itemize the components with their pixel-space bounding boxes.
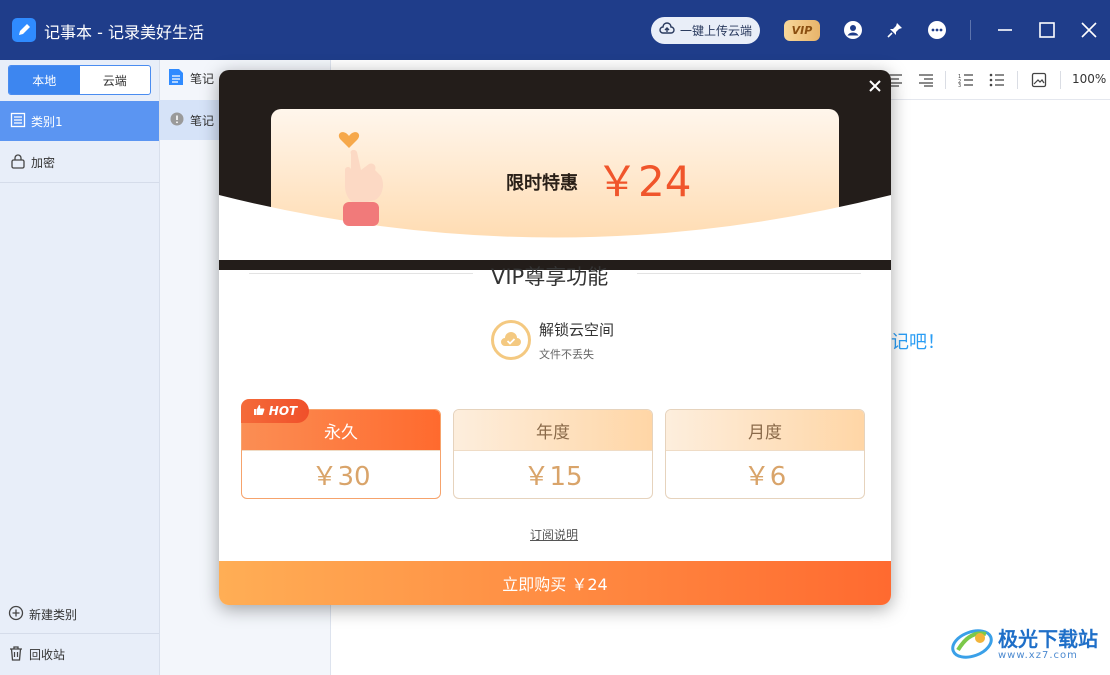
info-icon xyxy=(170,112,184,129)
vip-purchase-dialog: 限时特惠 ￥24 VIP尊享功能 解锁云空间 文件不丢失 永久 ￥30 年度 ￥… xyxy=(219,70,891,605)
note-list-header[interactable]: 笔记 xyxy=(168,68,214,89)
close-window-icon[interactable] xyxy=(1077,18,1101,42)
new-category-button[interactable]: 新建类别 xyxy=(0,594,159,634)
watermark: 极光下载站 www.xz7.com xyxy=(950,620,1098,668)
pin-icon[interactable] xyxy=(883,18,907,42)
section-divider-left xyxy=(249,273,473,274)
recycle-bin-label: 回收站 xyxy=(29,647,66,662)
plan-name: 年度 xyxy=(454,410,652,450)
minimize-icon[interactable] xyxy=(993,18,1017,42)
recycle-bin-button[interactable]: 回收站 xyxy=(0,634,159,674)
tab-cloud[interactable]: 云端 xyxy=(80,66,151,94)
sidebar-item-encrypted[interactable]: 加密 xyxy=(0,142,159,182)
user-icon[interactable] xyxy=(841,18,865,42)
feature-subtitle: 文件不丢失 xyxy=(539,348,594,361)
editor-hint-text: 记吧！ xyxy=(891,332,945,353)
document-icon xyxy=(168,68,184,89)
plan-monthly[interactable]: 月度 ￥6 xyxy=(665,409,865,499)
toolbar-divider xyxy=(1060,71,1061,89)
app-logo-icon xyxy=(12,18,36,42)
maximize-icon[interactable] xyxy=(1035,18,1059,42)
hand-heart-icon xyxy=(329,126,391,234)
list-item-label: 笔记 xyxy=(190,113,215,128)
image-icon[interactable] xyxy=(1030,71,1048,89)
plan-price: ￥6 xyxy=(666,450,864,498)
sidebar-divider xyxy=(0,182,159,183)
bullet-list-icon[interactable] xyxy=(988,71,1006,89)
upload-cloud-label: 一键上传云端 xyxy=(679,24,752,38)
zoom-level[interactable]: 100% xyxy=(1072,72,1106,86)
list-icon xyxy=(10,112,26,131)
plus-circle-icon xyxy=(8,605,24,624)
promo-label: 限时特惠 xyxy=(506,173,578,194)
feature-title: 解锁云空间 xyxy=(539,321,615,339)
vip-button[interactable]: VIP xyxy=(784,20,820,41)
window-title: 记事本 - 记录美好生活 xyxy=(44,23,204,42)
section-title: VIP尊享功能 xyxy=(491,265,609,289)
plan-yearly[interactable]: 年度 ￥15 xyxy=(453,409,653,499)
toolbar-divider xyxy=(945,71,946,89)
dialog-close-icon[interactable] xyxy=(865,76,885,96)
toolbar-divider xyxy=(1017,71,1018,89)
watermark-name: 极光下载站 xyxy=(998,626,1098,651)
plan-name: 月度 xyxy=(666,410,864,450)
watermark-url: www.xz7.com xyxy=(998,649,1078,661)
hot-badge: HOT xyxy=(241,399,309,423)
promo-price: ￥24 xyxy=(596,157,692,206)
storage-tabs: 本地 云端 xyxy=(8,65,151,95)
note-list-header-label: 笔记 xyxy=(190,72,215,86)
upload-cloud-button[interactable]: 一键上传云端 xyxy=(651,17,760,44)
tab-local[interactable]: 本地 xyxy=(9,66,80,94)
sidebar-item-label: 类别1 xyxy=(31,114,63,129)
thumbs-up-icon xyxy=(253,404,265,419)
watermark-logo-icon xyxy=(950,620,994,668)
cloud-check-icon xyxy=(491,320,531,360)
hot-label: HOT xyxy=(268,404,298,418)
plan-price: ￥15 xyxy=(454,450,652,498)
trash-icon xyxy=(8,645,24,664)
align-right-icon[interactable] xyxy=(917,71,935,89)
more-options-icon[interactable] xyxy=(925,18,949,42)
svg-text:3: 3 xyxy=(958,83,961,87)
numbered-list-icon[interactable]: 123 xyxy=(957,71,975,89)
sidebar-item-category1[interactable]: 类别1 xyxy=(0,101,159,141)
subscription-info-link[interactable]: 订阅说明 xyxy=(530,526,578,543)
sidebar-item-label: 加密 xyxy=(31,155,56,170)
new-category-label: 新建类别 xyxy=(29,607,78,622)
lock-icon xyxy=(10,153,26,172)
titlebar-divider xyxy=(970,20,971,40)
cloud-upload-icon xyxy=(659,22,675,39)
section-divider-right xyxy=(637,273,861,274)
title-bar: 记事本 - 记录美好生活 一键上传云端 VIP xyxy=(0,0,1110,60)
plan-price: ￥30 xyxy=(242,450,440,498)
sidebar: 本地 云端 类别1 加密 新建类别 回收站 xyxy=(0,60,160,675)
buy-now-button[interactable]: 立即购买 ￥24 xyxy=(219,561,891,605)
